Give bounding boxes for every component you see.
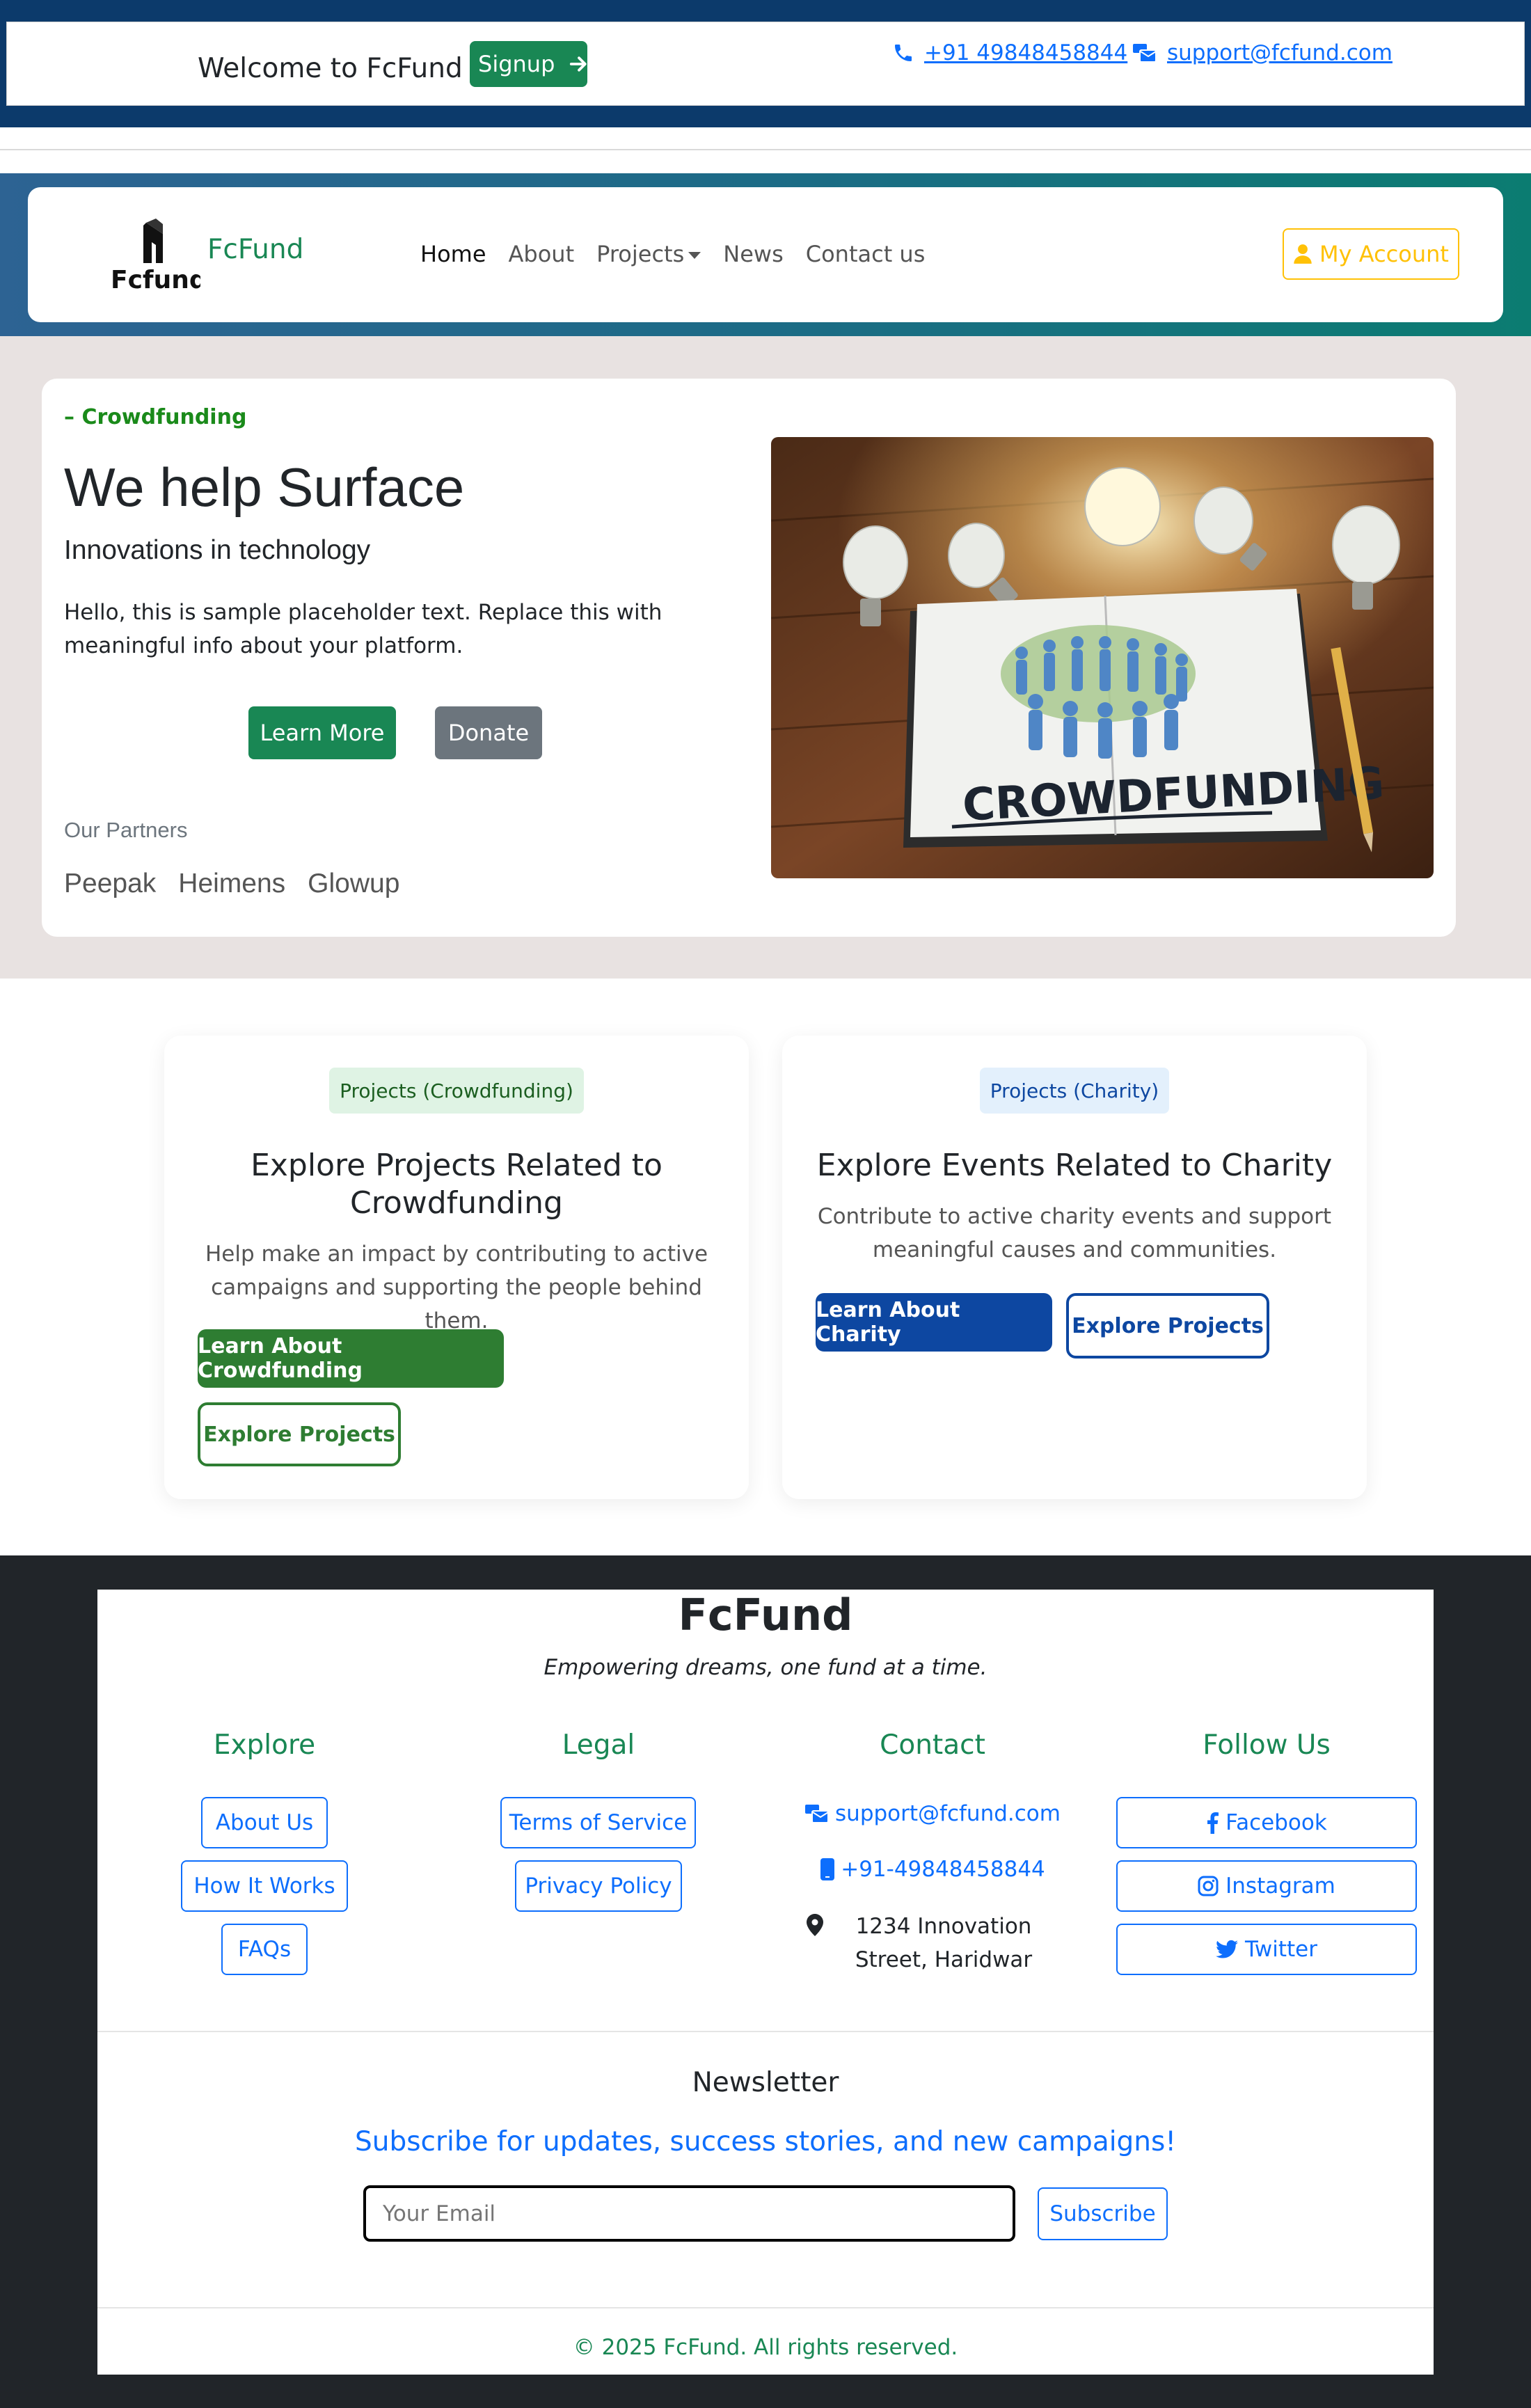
logo[interactable]: Fcfund bbox=[110, 217, 200, 294]
learn-charity-button[interactable]: Learn About Charity bbox=[816, 1293, 1052, 1352]
contact-heading: Contact bbox=[880, 1729, 985, 1761]
footer-address-text: 1234 Innovation Street, Haridwar bbox=[855, 1914, 1033, 1972]
footer-title: FcFund bbox=[678, 1590, 853, 1640]
partner-item: Peepak bbox=[64, 869, 157, 898]
nav-links: Home About Projects News Contact us bbox=[420, 241, 925, 267]
hero-eyebrow: – Crowdfunding bbox=[64, 405, 247, 429]
footer-divider bbox=[97, 2031, 1434, 2032]
newsletter-subtitle: Subscribe for updates, success stories, … bbox=[355, 2126, 1176, 2157]
top-phone-text: +91 49848458844 bbox=[924, 40, 1128, 65]
crowdfunding-card: Projects (Crowdfunding) Explore Projects… bbox=[164, 1036, 749, 1499]
arrow-right-icon bbox=[569, 54, 589, 74]
learn-crowdfunding-button[interactable]: Learn About Crowdfunding bbox=[198, 1329, 504, 1388]
instagram-link[interactable]: Instagram bbox=[1116, 1860, 1417, 1912]
user-icon bbox=[1293, 244, 1312, 264]
caret-down-icon bbox=[688, 252, 701, 259]
follow-heading: Follow Us bbox=[1203, 1729, 1331, 1761]
nav-contact[interactable]: Contact us bbox=[806, 241, 926, 267]
signup-button[interactable]: Signup bbox=[470, 41, 587, 87]
footer-email-link[interactable]: support@fcfund.com bbox=[779, 1801, 1086, 1826]
footer-address: 1234 Innovation Street, Haridwar bbox=[779, 1910, 1086, 1977]
faqs-link[interactable]: FAQs bbox=[221, 1924, 308, 1975]
charity-badge: Projects (Charity) bbox=[980, 1068, 1169, 1114]
charity-title: Explore Events Related to Charity bbox=[816, 1148, 1333, 1183]
nav-projects-label: Projects bbox=[596, 241, 685, 267]
instagram-icon bbox=[1198, 1876, 1219, 1896]
logo-text: Fcfund bbox=[111, 266, 200, 294]
phone-icon bbox=[892, 42, 914, 64]
my-account-button[interactable]: My Account bbox=[1283, 228, 1459, 280]
top-email-link[interactable]: support@fcfund.com bbox=[1132, 40, 1393, 65]
twitter-label: Twitter bbox=[1245, 1937, 1317, 1962]
partner-item: Glowup bbox=[308, 869, 400, 898]
copyright-text: © 2025 FcFund. All rights reserved. bbox=[573, 2335, 958, 2360]
welcome-text: Welcome to FcFund bbox=[198, 53, 463, 84]
divider bbox=[0, 149, 1531, 150]
instagram-label: Instagram bbox=[1225, 1874, 1335, 1899]
newsletter-title: Newsletter bbox=[692, 2067, 839, 2098]
hero-subtitle: Innovations in technology bbox=[64, 535, 371, 565]
facebook-icon bbox=[1206, 1812, 1219, 1834]
partners-list: Peepak Heimens Glowup bbox=[64, 869, 399, 899]
facebook-label: Facebook bbox=[1225, 1810, 1327, 1835]
mail-bulk-icon bbox=[1132, 42, 1157, 64]
twitter-link[interactable]: Twitter bbox=[1116, 1924, 1417, 1975]
charity-explore-projects-button[interactable]: Explore Projects bbox=[1066, 1293, 1269, 1359]
partners-label: Our Partners bbox=[64, 818, 188, 842]
brand-name[interactable]: FcFund bbox=[207, 234, 303, 265]
charity-card: Projects (Charity) Explore Events Relate… bbox=[782, 1036, 1367, 1499]
how-it-works-link[interactable]: How It Works bbox=[181, 1860, 348, 1912]
nav-news[interactable]: News bbox=[723, 241, 783, 267]
crowd-explore-projects-button[interactable]: Explore Projects bbox=[198, 1402, 401, 1466]
footer-email-text: support@fcfund.com bbox=[835, 1801, 1061, 1826]
location-pin-icon bbox=[807, 1914, 823, 1936]
terms-link[interactable]: Terms of Service bbox=[500, 1797, 696, 1848]
crowdfunding-title: Explore Projects Related to Crowdfunding bbox=[251, 1148, 663, 1221]
crowdfunding-text: Help make an impact by contributing to a… bbox=[205, 1242, 708, 1333]
learn-more-button[interactable]: Learn More bbox=[248, 706, 396, 759]
newsletter-email-input[interactable] bbox=[363, 2185, 1015, 2242]
subscribe-button[interactable]: Subscribe bbox=[1038, 2187, 1168, 2240]
twitter-icon bbox=[1216, 1940, 1239, 1959]
top-email-text: support@fcfund.com bbox=[1167, 40, 1393, 65]
privacy-link[interactable]: Privacy Policy bbox=[515, 1860, 682, 1912]
mail-bulk-icon bbox=[804, 1803, 830, 1825]
legal-heading: Legal bbox=[562, 1729, 635, 1761]
footer-panel bbox=[97, 1590, 1434, 2375]
charity-text: Contribute to active charity events and … bbox=[817, 1204, 1332, 1262]
nav-about[interactable]: About bbox=[509, 241, 575, 267]
hero-title: We help Surface bbox=[64, 457, 465, 518]
footer-tagline: Empowering dreams, one fund at a time. bbox=[544, 1655, 987, 1680]
mobile-icon bbox=[820, 1858, 835, 1881]
partner-item: Heimens bbox=[178, 869, 286, 898]
donate-button[interactable]: Donate bbox=[435, 706, 542, 759]
facebook-link[interactable]: Facebook bbox=[1116, 1797, 1417, 1848]
signup-label: Signup bbox=[478, 51, 555, 77]
nav-home[interactable]: Home bbox=[420, 241, 486, 267]
about-us-link[interactable]: About Us bbox=[201, 1797, 328, 1848]
explore-heading: Explore bbox=[213, 1729, 316, 1761]
footer-phone-text: +91-49848458844 bbox=[841, 1857, 1045, 1882]
hero-description: Hello, this is sample placeholder text. … bbox=[64, 600, 663, 658]
nav-projects-dropdown[interactable]: Projects bbox=[596, 241, 701, 267]
footer-divider bbox=[97, 2307, 1434, 2308]
crowdfunding-badge: Projects (Crowdfunding) bbox=[329, 1068, 584, 1114]
footer-phone-link[interactable]: +91-49848458844 bbox=[779, 1857, 1086, 1882]
hero-image: CROWDFUNDING bbox=[771, 437, 1434, 878]
top-phone-link[interactable]: +91 49848458844 bbox=[892, 40, 1127, 65]
my-account-label: My Account bbox=[1319, 241, 1449, 267]
